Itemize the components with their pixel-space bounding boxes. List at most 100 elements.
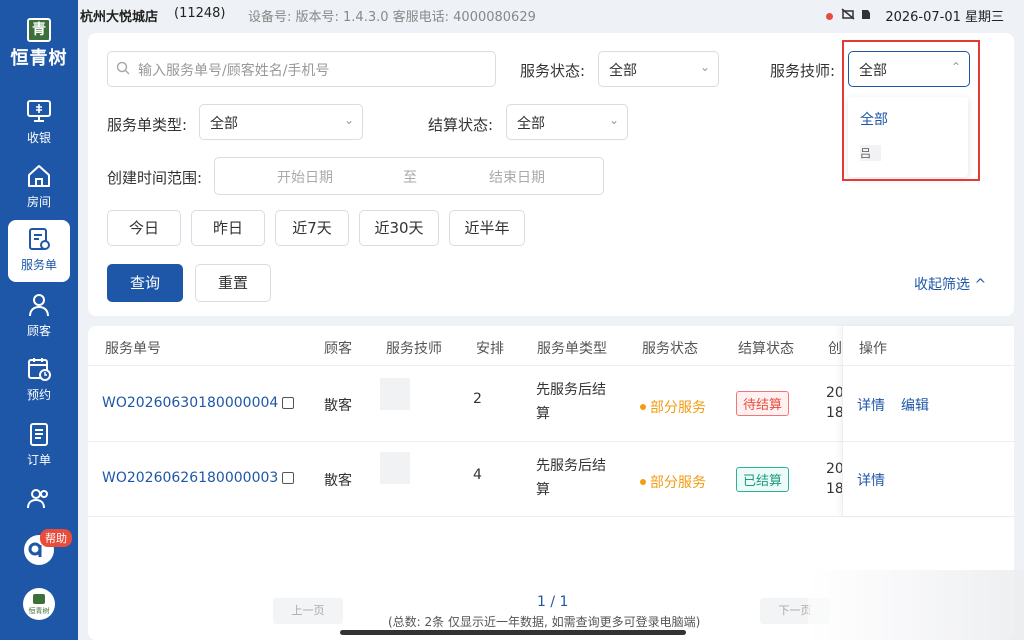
search-input[interactable]: 输入服务单号/顾客姓名/手机号 [107,51,496,87]
store-name: 杭州大悦城店 [80,10,159,25]
quick-range-yesterday[interactable]: 昨日 [191,210,265,246]
settle-status-badge: 已结算 [736,467,790,492]
order-type-cell: 先服务后结 [536,382,606,398]
quick-range-7days[interactable]: 近7天 [275,210,349,246]
system-icons [826,8,873,24]
sidebar-item-cashier[interactable]: 收银 [8,93,70,155]
order-type-value: 全部 [210,116,238,132]
edit-link[interactable]: 编辑 [901,395,929,415]
date-range-separator: 至 [403,170,417,186]
dropdown-option-technician[interactable]: 吕 [860,145,881,161]
status-bar: 杭州大悦城店 (11248) 设备号: 版本号: 1.4.3.0 客服电话: 4… [78,0,1024,30]
header-created: 创 [828,341,842,357]
copy-icon[interactable] [282,472,295,484]
settle-status-value: 全部 [517,116,545,132]
sidebar-label: 顾客 [26,324,51,338]
order-type-cell-cont: 算 [536,482,550,498]
redacted-area [808,570,1024,640]
order-type-label: 服务单类型: [107,116,188,134]
sidebar-label: 房间 [26,195,51,209]
date-range-picker[interactable]: 开始日期 至 结束日期 [214,157,604,195]
technician-label: 服务技师: [770,62,836,80]
logo-text: 恒青树 [10,48,68,69]
detail-link[interactable]: 详情 [857,395,885,415]
header-arrangement: 安排 [476,341,504,357]
sidebar: 青 恒青树 收银 房间 服务单 顾客 预约 订单 帮助 恒青树 [0,0,78,640]
service-order-icon [29,228,50,250]
home-icon [28,165,50,187]
operations-column: 操作 详情 编辑 详情 [842,326,1015,516]
order-number-link[interactable]: WO20260630180000004 [102,395,295,411]
calendar-clock-icon [28,358,51,381]
arrangement-cell: 4 [473,467,482,483]
order-type-cell-cont: 算 [536,406,550,422]
quick-range-half-year[interactable]: 近半年 [449,210,525,246]
chevron-up-icon: ⌃ [950,60,961,74]
sidebar-item-room[interactable]: 房间 [8,157,70,219]
sidebar-item-service-order[interactable]: 服务单 [8,220,70,282]
dropdown-option-all[interactable]: 全部 [860,109,888,129]
header-service-status: 服务状态 [642,341,698,357]
datetime: 2026-07-01 星期三 [885,10,1004,25]
settle-status-label: 结算状态: [428,116,494,134]
store-id: (11248) [174,6,226,21]
service-status-select[interactable]: 全部 ⌄ [598,51,719,87]
header-actions: 操作 [859,341,887,357]
home-indicator[interactable] [340,630,686,635]
customer-cell: 散客 [324,473,352,489]
header-order-no: 服务单号 [105,341,161,357]
technician-redacted [380,452,410,484]
time-range-label: 创建时间范围: [107,169,203,187]
chevron-down-icon: ⌄ [699,60,710,74]
device-info: 设备号: 版本号: 1.4.3.0 客服电话: 4000080629 [248,10,536,25]
query-button[interactable]: 查询 [107,264,183,302]
brand-small-text: 恒青树 [28,607,50,615]
recording-dot-icon [826,13,833,20]
technician-select[interactable]: 全部 ⌃ [848,51,970,87]
technician-dropdown-menu: 全部 吕 [848,97,968,177]
quick-range-today[interactable]: 今日 [107,210,181,246]
order-type-select[interactable]: 全部 ⌄ [199,104,363,140]
users-icon [27,489,48,509]
sidebar-item-customer[interactable]: 顾客 [8,286,70,348]
logo-icon: 青 [27,18,51,42]
technician-redacted [380,378,410,410]
brand-avatar: 恒青树 [23,588,55,620]
quick-range-30days[interactable]: 近30天 [359,210,439,246]
reset-button[interactable]: 重置 [195,264,271,302]
pagination-note: (总数: 2条 仅显示近一年数据, 如需查询更多可登录电脑端) [388,615,701,629]
settle-status-select[interactable]: 全部 ⌄ [506,104,628,140]
order-number-text: WO20260630180000004 [102,395,279,411]
service-status-text: 部分服务 [650,400,706,416]
header-settle-status: 结算状态 [738,341,794,357]
service-status-value: 全部 [609,63,637,79]
divider [843,441,1015,442]
header-order-type: 服务单类型 [537,341,607,357]
sidebar-item-appointment[interactable]: 预约 [8,350,70,412]
detail-link[interactable]: 详情 [857,470,885,490]
divider [88,516,1014,517]
service-status-cell: 部分服务 [640,397,706,417]
device-icon [862,10,871,19]
chevron-down-icon: ⌄ [608,113,619,127]
service-status-cell: 部分服务 [640,472,706,492]
customer-cell: 散客 [324,398,352,414]
service-status-label: 服务状态: [520,62,586,80]
status-dot-icon [640,404,646,410]
help-badge: 帮助 [40,529,72,547]
order-number-link[interactable]: WO20260626180000003 [102,470,295,486]
order-type-cell: 先服务后结 [536,458,606,474]
sidebar-label: 收银 [26,131,51,145]
prev-page-button[interactable]: 上一页 [273,598,343,624]
sidebar-item-orders[interactable]: 订单 [8,415,70,477]
user-icon [29,294,49,317]
sidebar-label: 服务单 [20,258,57,272]
search-placeholder: 输入服务单号/顾客姓名/手机号 [138,63,330,79]
divider [843,365,1015,366]
header-customer: 顾客 [324,341,352,357]
copy-icon[interactable] [282,397,295,409]
chevron-down-icon: ⌄ [343,113,354,127]
sidebar-label: 订单 [26,453,51,467]
sidebar-item-staff[interactable] [8,480,70,516]
collapse-filter-button[interactable]: 收起筛选 ^ [914,274,986,294]
